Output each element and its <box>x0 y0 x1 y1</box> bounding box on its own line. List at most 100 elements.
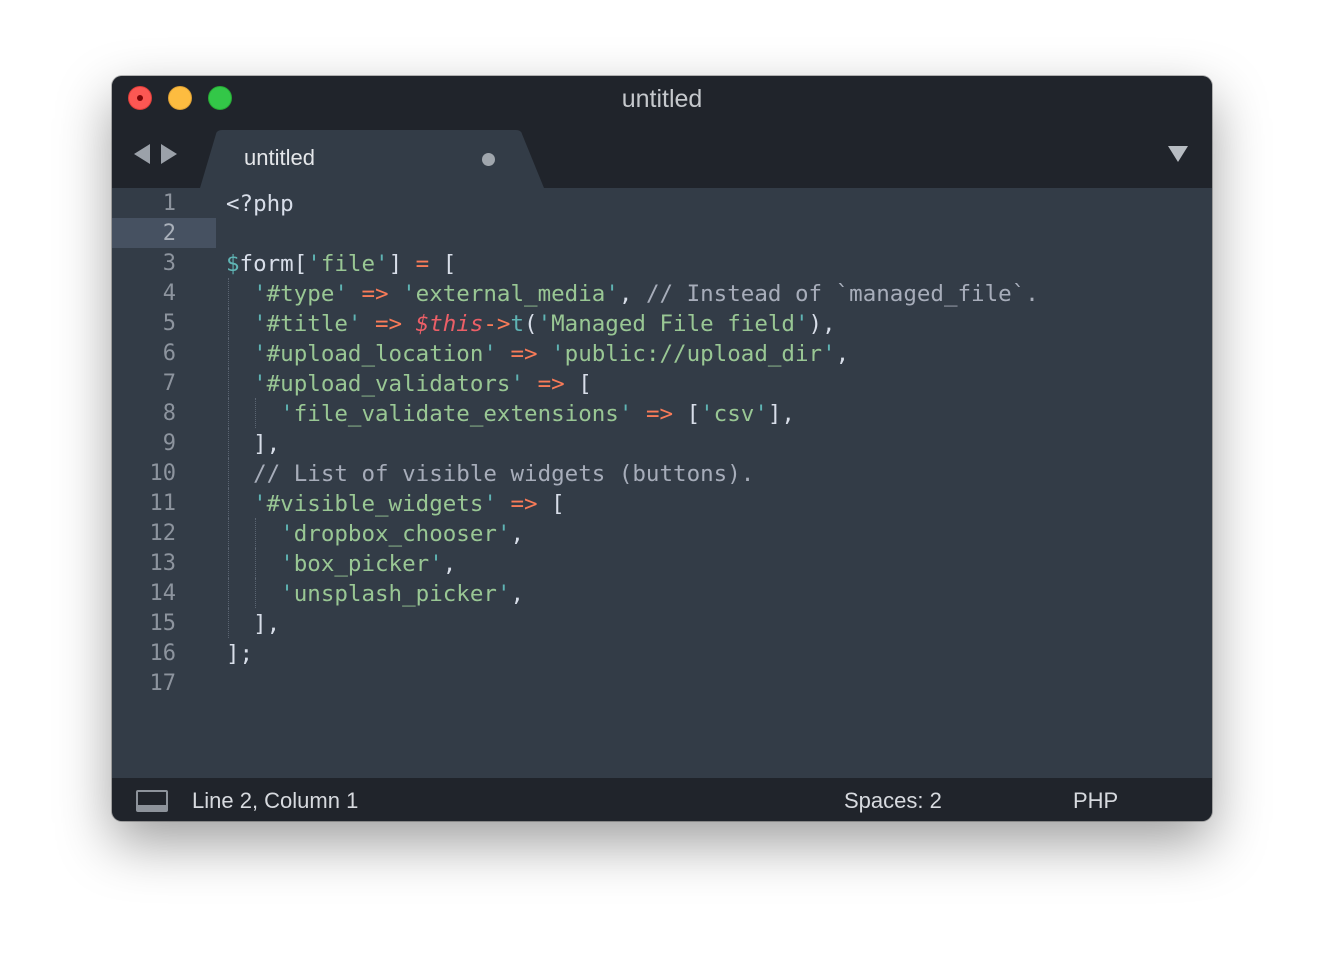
line-number: 7 <box>162 371 176 396</box>
code-token: ' <box>253 311 267 337</box>
code-token: ' <box>280 581 294 607</box>
line-number: 16 <box>149 641 177 666</box>
line-number: 10 <box>149 461 177 486</box>
indent-guide <box>255 548 257 578</box>
code-token: ], <box>226 431 281 457</box>
indent-guide <box>228 338 229 368</box>
code-line[interactable]: 8 'file_validate_extensions' => ['csv'], <box>112 398 1212 428</box>
indent-guide <box>228 548 229 578</box>
indent-guide <box>228 578 229 608</box>
indent-guide <box>228 428 229 458</box>
line-number: 15 <box>149 611 177 636</box>
code-line[interactable]: 17 <box>112 668 1212 698</box>
code-line[interactable]: 7 '#upload_validators' => [ <box>112 368 1212 398</box>
tab-untitled[interactable]: untitled <box>200 130 544 188</box>
code-line[interactable]: 6 '#upload_location' => 'public://upload… <box>112 338 1212 368</box>
code-token: => <box>537 371 565 397</box>
code-token: ' <box>551 341 565 367</box>
code-token: ' <box>253 341 267 367</box>
line-number: 1 <box>162 191 176 216</box>
line-code: ], <box>226 609 280 639</box>
code-token: [ <box>673 401 701 427</box>
back-arrow-icon[interactable] <box>134 144 150 164</box>
cursor-position[interactable]: Line 2, Column 1 <box>192 788 358 814</box>
code-line[interactable]: 4 '#type' => 'external_media', // Instea… <box>112 278 1212 308</box>
line-number: 8 <box>162 401 176 426</box>
code-token: ( <box>524 311 538 337</box>
indentation-setting[interactable]: Spaces: 2 <box>844 788 942 814</box>
code-line[interactable]: 12 'dropbox_chooser', <box>112 518 1212 548</box>
code-token: -> <box>483 311 511 337</box>
line-code: ]; <box>226 639 253 669</box>
line-number: 9 <box>162 431 176 456</box>
code-token: ' <box>618 401 633 427</box>
line-code: '#upload_validators' => [ <box>226 369 592 399</box>
code-token: #type <box>266 281 335 307</box>
unsaved-dot-icon[interactable] <box>482 153 495 166</box>
code-token: // List of visible widgets (buttons). <box>253 461 755 487</box>
code-line[interactable]: 16]; <box>112 638 1212 668</box>
code-token: dropbox_chooser <box>293 521 497 547</box>
code-token: $this <box>415 311 484 337</box>
code-line[interactable]: 15 ], <box>112 608 1212 638</box>
code-token: ' <box>375 251 389 277</box>
code-token: => <box>645 401 674 427</box>
code-token: => <box>510 341 538 367</box>
code-token: #visible_widgets <box>266 491 484 517</box>
indent-guide <box>228 608 229 638</box>
line-code: ], <box>226 429 280 459</box>
line-number: 14 <box>149 581 177 606</box>
code-line[interactable]: 2 <box>112 218 1212 248</box>
code-token: ' <box>280 551 294 577</box>
code-token: , <box>510 521 525 547</box>
line-number: 2 <box>162 221 176 246</box>
syntax-selector[interactable]: PHP <box>1073 788 1118 814</box>
code-token: file_validate_extensions <box>293 401 619 427</box>
code-editor[interactable]: 1 <?php 2 3 $form['file'] = [4 '#type' => 'e… <box>112 188 1212 778</box>
code-token: [ <box>429 251 457 277</box>
line-code: '#visible_widgets' => [ <box>226 489 565 519</box>
line-code: <?php <box>226 189 294 219</box>
code-line[interactable]: 3 $form['file'] = [ <box>112 248 1212 278</box>
indent-guide <box>228 518 229 548</box>
line-number: 13 <box>149 551 177 576</box>
line-code: '#type' => 'external_media', // Instead … <box>226 279 1039 309</box>
status-bar: Line 2, Column 1 Spaces: 2 PHP <box>112 778 1212 821</box>
code-line[interactable]: 10 // List of visible widgets (buttons). <box>112 458 1212 488</box>
code-token: unsplash_picker <box>293 581 497 607</box>
code-token: ' <box>754 401 768 427</box>
code-token: ' <box>253 281 267 307</box>
code-token: ' <box>822 341 836 367</box>
indent-guide <box>255 518 257 548</box>
code-token: => <box>375 311 403 337</box>
line-number: 6 <box>162 341 176 366</box>
line-code: $form['file'] = [ <box>226 249 456 279</box>
indent-guide <box>228 488 229 518</box>
forward-arrow-icon[interactable] <box>161 144 177 164</box>
code-line[interactable]: 9 ], <box>112 428 1212 458</box>
code-line[interactable]: 5 '#title' => $this->t('Managed File fie… <box>112 308 1212 338</box>
code-line[interactable]: 11 '#visible_widgets' => [ <box>112 488 1212 518</box>
code-line[interactable]: 14 'unsplash_picker', <box>112 578 1212 608</box>
code-token: ] <box>388 251 416 277</box>
code-token: $ <box>226 251 240 277</box>
code-line[interactable]: 1 <?php <box>112 188 1212 218</box>
code-line[interactable]: 13 'box_picker', <box>112 548 1212 578</box>
indent-guide <box>228 458 229 488</box>
indent-guide <box>255 578 257 608</box>
tab-label: untitled <box>244 145 315 170</box>
line-number: 3 <box>162 251 176 276</box>
line-code: '#title' => $this->t('Managed File field… <box>226 309 836 339</box>
tab-menu-triangle-icon[interactable] <box>1168 146 1188 162</box>
panel-toggle-icon[interactable] <box>136 790 168 812</box>
code-token: box_picker <box>293 551 430 577</box>
